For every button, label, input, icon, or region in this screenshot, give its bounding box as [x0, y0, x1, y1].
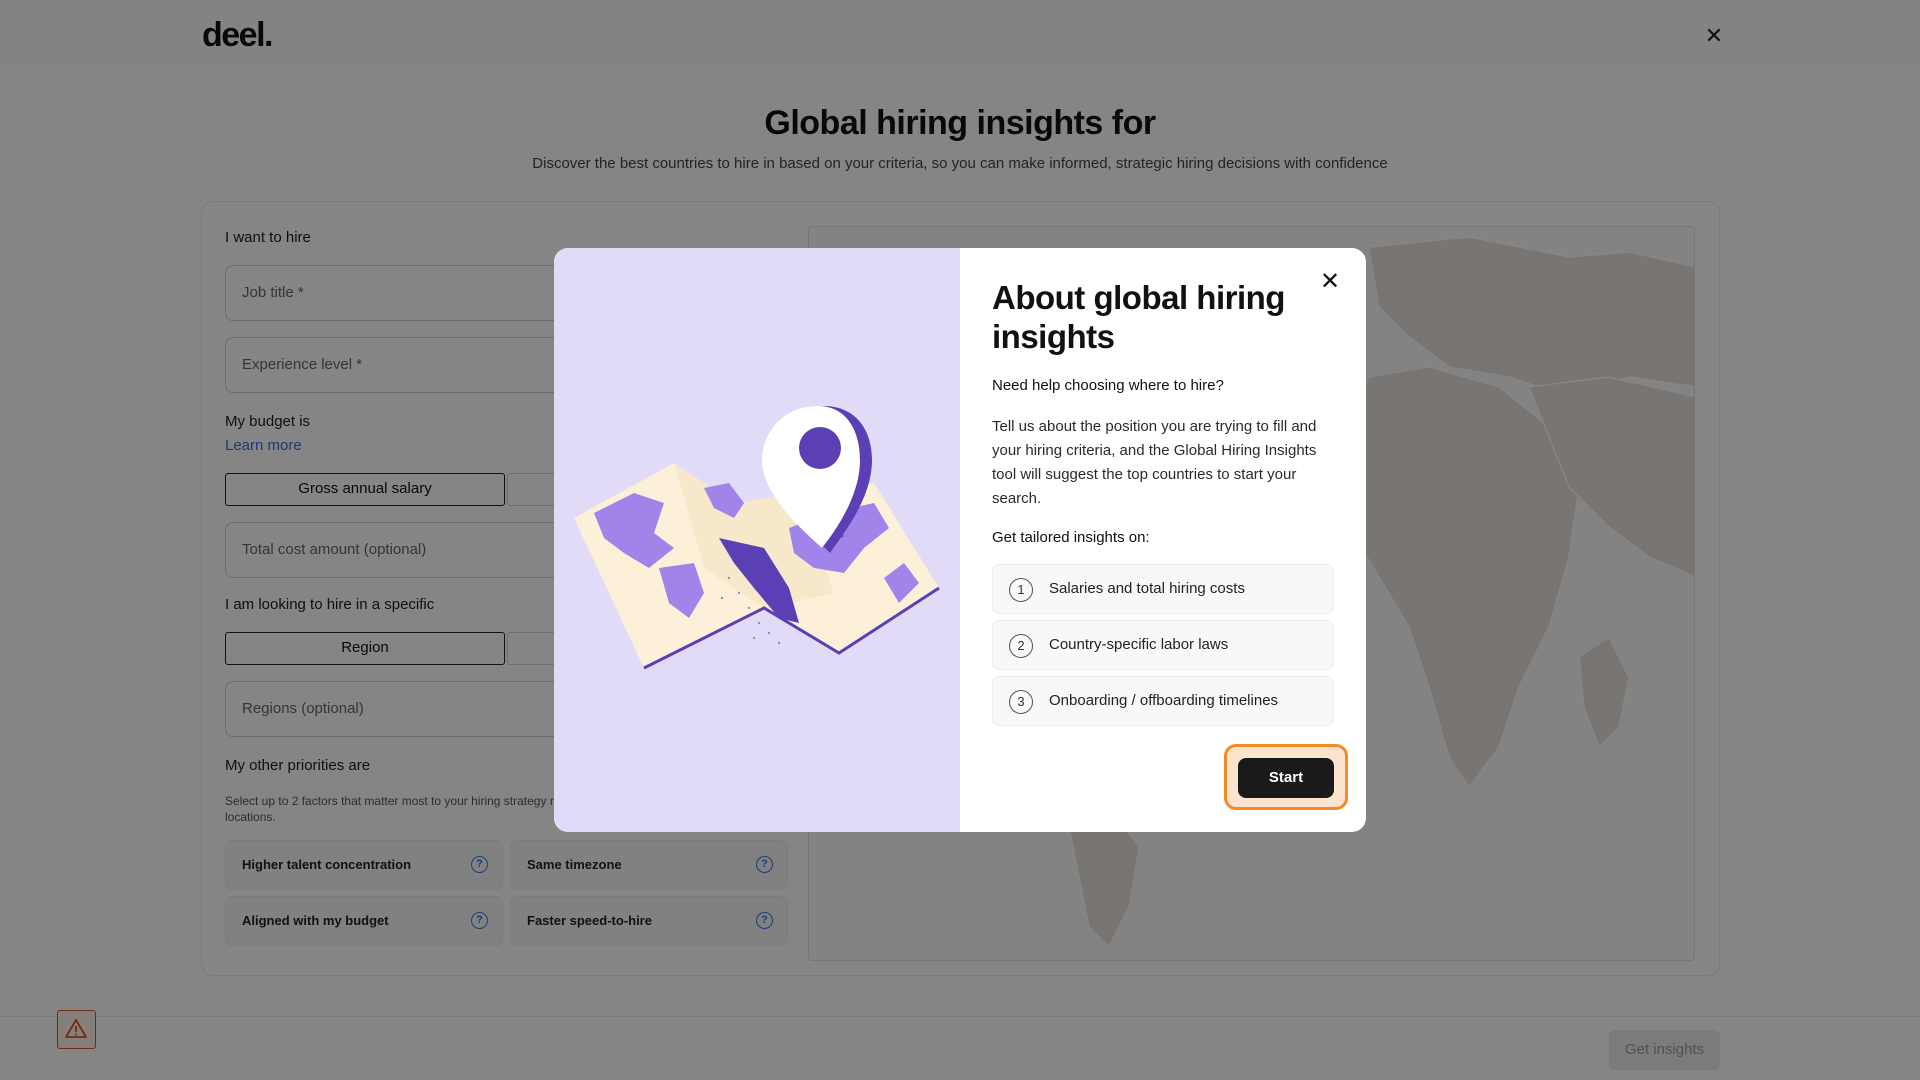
- insight-step-1: 1 Salaries and total hiring costs: [992, 564, 1334, 614]
- step-text: Onboarding / offboarding timelines: [1049, 692, 1279, 709]
- step-number: 3: [1009, 690, 1033, 714]
- insight-step-2: 2 Country-specific labor laws: [992, 620, 1334, 670]
- modal-title: About global hiring insights: [992, 279, 1285, 355]
- step-text: Salaries and total hiring costs: [1049, 580, 1245, 597]
- step-number: 1: [1009, 578, 1033, 602]
- step-text: Country-specific labor laws: [1049, 636, 1229, 653]
- modal-close-icon[interactable]: ✕: [1316, 268, 1344, 296]
- tailored-label: Get tailored insights on:: [992, 529, 1150, 546]
- map-pin-illustration: [574, 406, 940, 670]
- map-illustration: [554, 248, 960, 832]
- modal-question: Need help choosing where to hire?: [992, 377, 1224, 394]
- insight-step-3: 3 Onboarding / offboarding timelines: [992, 676, 1334, 726]
- start-button[interactable]: Start: [1238, 758, 1334, 798]
- step-number: 2: [1009, 634, 1033, 658]
- modal-description: Tell us about the position you are tryin…: [992, 418, 1317, 507]
